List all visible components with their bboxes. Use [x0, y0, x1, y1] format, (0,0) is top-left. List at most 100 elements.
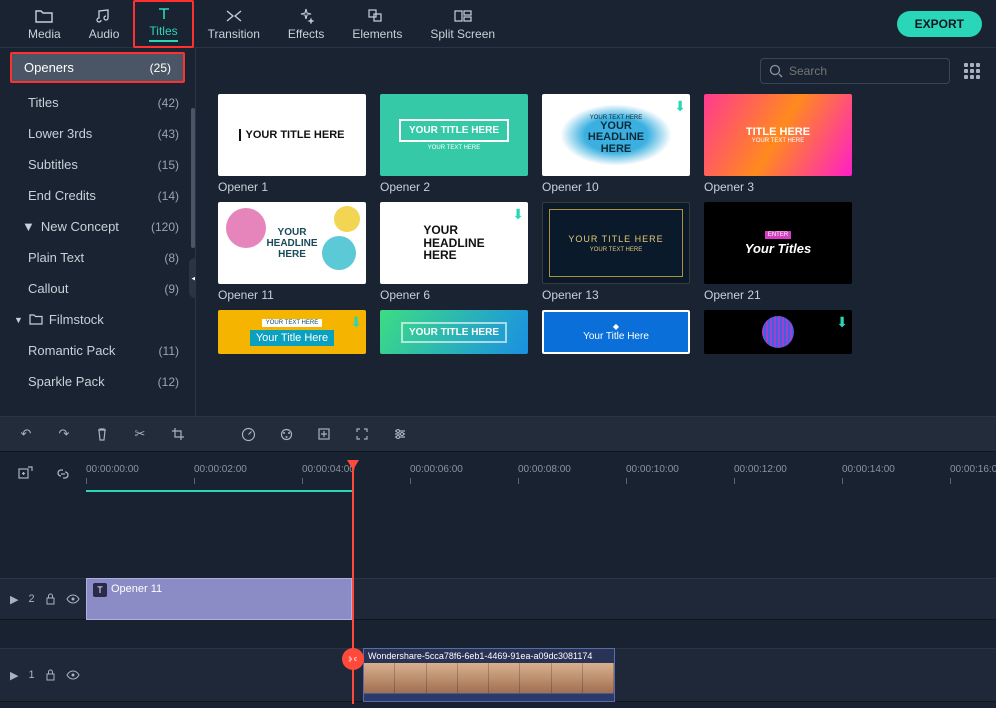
thumb-sub: YOUR TEXT HERE: [428, 145, 480, 151]
tab-audio[interactable]: Audio: [75, 0, 134, 48]
clip-audio: [364, 693, 614, 701]
download-icon: ⬇: [512, 206, 524, 223]
sidebar-item-count: (120): [151, 220, 179, 234]
sidebar-item-romantic[interactable]: Romantic Pack (11): [0, 335, 195, 366]
green-screen-button[interactable]: [316, 426, 332, 442]
thumb-partial-2[interactable]: YOUR TITLE HERE: [380, 310, 528, 354]
thumb-partial-4[interactable]: ⬇: [704, 310, 852, 354]
thumb-opener6[interactable]: ⬇ YOUR HEADLINE HERE Opener 6: [380, 202, 528, 302]
grid-view-icon[interactable]: [964, 63, 980, 79]
sidebar-item-label: End Credits: [28, 188, 96, 203]
thumb-title2: HEADLINE: [266, 238, 317, 249]
thumb-opener13[interactable]: YOUR TITLE HERE YOUR TEXT HERE Opener 13: [542, 202, 690, 302]
thumb-opener21[interactable]: ENTER Your Titles Opener 21: [704, 202, 852, 302]
split-button[interactable]: ✂: [132, 426, 148, 442]
tab-split-screen[interactable]: Split Screen: [416, 0, 509, 48]
track-type-icon: ▶: [10, 669, 18, 682]
sidebar-item-count: (14): [158, 189, 179, 203]
search-input[interactable]: [789, 64, 944, 78]
sidebar-item-endcredits[interactable]: End Credits (14): [0, 180, 195, 211]
thumb-caption: Opener 11: [218, 284, 366, 302]
thumb-pre: YOUR TEXT HERE: [262, 319, 322, 327]
sidebar-item-callout[interactable]: Callout (9): [0, 273, 195, 304]
sidebar-item-openers[interactable]: Openers (25): [10, 52, 185, 83]
tab-label: Split Screen: [430, 27, 495, 41]
sidebar-item-label: Callout: [28, 281, 68, 296]
timeline-toolbar: ↶ ↷ ✂: [0, 416, 996, 452]
settings-button[interactable]: [392, 426, 408, 442]
thumb-caption: Opener 13: [542, 284, 690, 302]
lock-icon[interactable]: [45, 669, 56, 681]
sidebar-item-titles[interactable]: Titles (42): [0, 87, 195, 118]
link-button[interactable]: [54, 465, 72, 483]
sidebar-item-sparkle[interactable]: Sparkle Pack (12): [0, 366, 195, 397]
thumb-opener2[interactable]: YOUR TITLE HEREYOUR TEXT HERE Opener 2: [380, 94, 528, 194]
eye-icon[interactable]: [66, 594, 80, 604]
sidebar-item-subtitles[interactable]: Subtitles (15): [0, 149, 195, 180]
sidebar-item-count: (8): [164, 251, 179, 265]
thumb-caption: Opener 1: [218, 176, 366, 194]
speed-button[interactable]: [240, 426, 256, 442]
sidebar-item-label: Romantic Pack: [28, 343, 115, 358]
thumb-opener3[interactable]: TITLE HEREYOUR TEXT HERE Opener 3: [704, 94, 852, 194]
tab-titles[interactable]: Titles: [133, 0, 193, 48]
tab-media[interactable]: Media: [14, 0, 75, 48]
playhead[interactable]: [352, 460, 354, 704]
track-num: 2: [28, 593, 34, 605]
tab-label: Audio: [89, 27, 120, 41]
transition-icon: [225, 7, 243, 25]
tab-elements[interactable]: Elements: [338, 0, 416, 48]
sidebar-item-count: (12): [158, 375, 179, 389]
tab-transition[interactable]: Transition: [194, 0, 274, 48]
sidebar-group-filmstock[interactable]: ▼ Filmstock: [0, 304, 195, 335]
sidebar-item-lower3rds[interactable]: Lower 3rds (43): [0, 118, 195, 149]
thumb-partial-1[interactable]: ⬇ YOUR TEXT HERE Your Title Here: [218, 310, 366, 354]
thumb-title: Your Title Here: [250, 330, 334, 346]
sidebar-item-label: Sparkle Pack: [28, 374, 105, 389]
thumb-pre: ENTER: [765, 231, 791, 239]
crop-button[interactable]: [170, 426, 186, 442]
undo-button[interactable]: ↶: [18, 426, 34, 442]
thumb-title: YOUR: [600, 120, 632, 132]
sidebar-item-plaintext[interactable]: Plain Text (8): [0, 242, 195, 273]
export-button[interactable]: EXPORT: [897, 11, 982, 37]
eye-icon[interactable]: [66, 670, 80, 680]
sidebar-collapse-handle[interactable]: ◀: [189, 258, 196, 298]
expand-button[interactable]: [354, 426, 370, 442]
sidebar-item-count: (43): [158, 127, 179, 141]
ruler-tick: 00:00:02:00: [194, 464, 247, 475]
clip-video[interactable]: Wondershare-5cca78f6-6eb1-4469-91ea-a09d…: [363, 648, 615, 702]
text-clip-icon: T: [93, 583, 107, 597]
thumb-opener11[interactable]: YOUR HEADLINE HERE Opener 11: [218, 202, 366, 302]
ruler-tick: 00:00:04:00: [302, 464, 355, 475]
sidebar-scrollbar[interactable]: [191, 108, 195, 248]
redo-button[interactable]: ↷: [56, 426, 72, 442]
folder-icon: [35, 7, 53, 25]
sidebar-item-count: (25): [150, 61, 171, 75]
tab-effects[interactable]: Effects: [274, 0, 338, 48]
split-screen-icon: [454, 7, 472, 25]
ruler-tick: 00:00:00:00: [86, 464, 139, 475]
thumb-partial-3[interactable]: ◆ Your Title Here: [542, 310, 690, 354]
tab-label: Transition: [208, 27, 260, 41]
sidebar-item-label: Openers: [24, 60, 74, 75]
sparkle-icon: [298, 7, 314, 25]
sidebar-item-count: (42): [158, 96, 179, 110]
track-num: 1: [28, 669, 34, 681]
thumb-opener1[interactable]: YOUR TITLE HERE Opener 1: [218, 94, 366, 194]
lock-icon[interactable]: [45, 593, 56, 605]
clip-title[interactable]: T Opener 11: [86, 578, 352, 620]
download-icon: ⬇: [836, 314, 848, 331]
delete-button[interactable]: [94, 426, 110, 442]
thumb-caption: Opener 6: [380, 284, 528, 302]
ruler-tick: 00:00:08:00: [518, 464, 571, 475]
thumb-opener10[interactable]: ⬇ YOUR TEXT HERE YOUR HEADLINE HERE Open…: [542, 94, 690, 194]
track-header: ▶2: [0, 579, 86, 619]
thumb-caption: Opener 10: [542, 176, 690, 194]
ruler-tick: 00:00:16:00: [950, 464, 996, 475]
main-row: Openers (25) Titles (42) Lower 3rds (43)…: [0, 48, 996, 416]
add-marker-button[interactable]: [16, 465, 34, 483]
ruler-tick: 00:00:10:00: [626, 464, 679, 475]
color-button[interactable]: [278, 426, 294, 442]
sidebar-item-newconcept[interactable]: ▼New Concept (120): [0, 211, 195, 242]
